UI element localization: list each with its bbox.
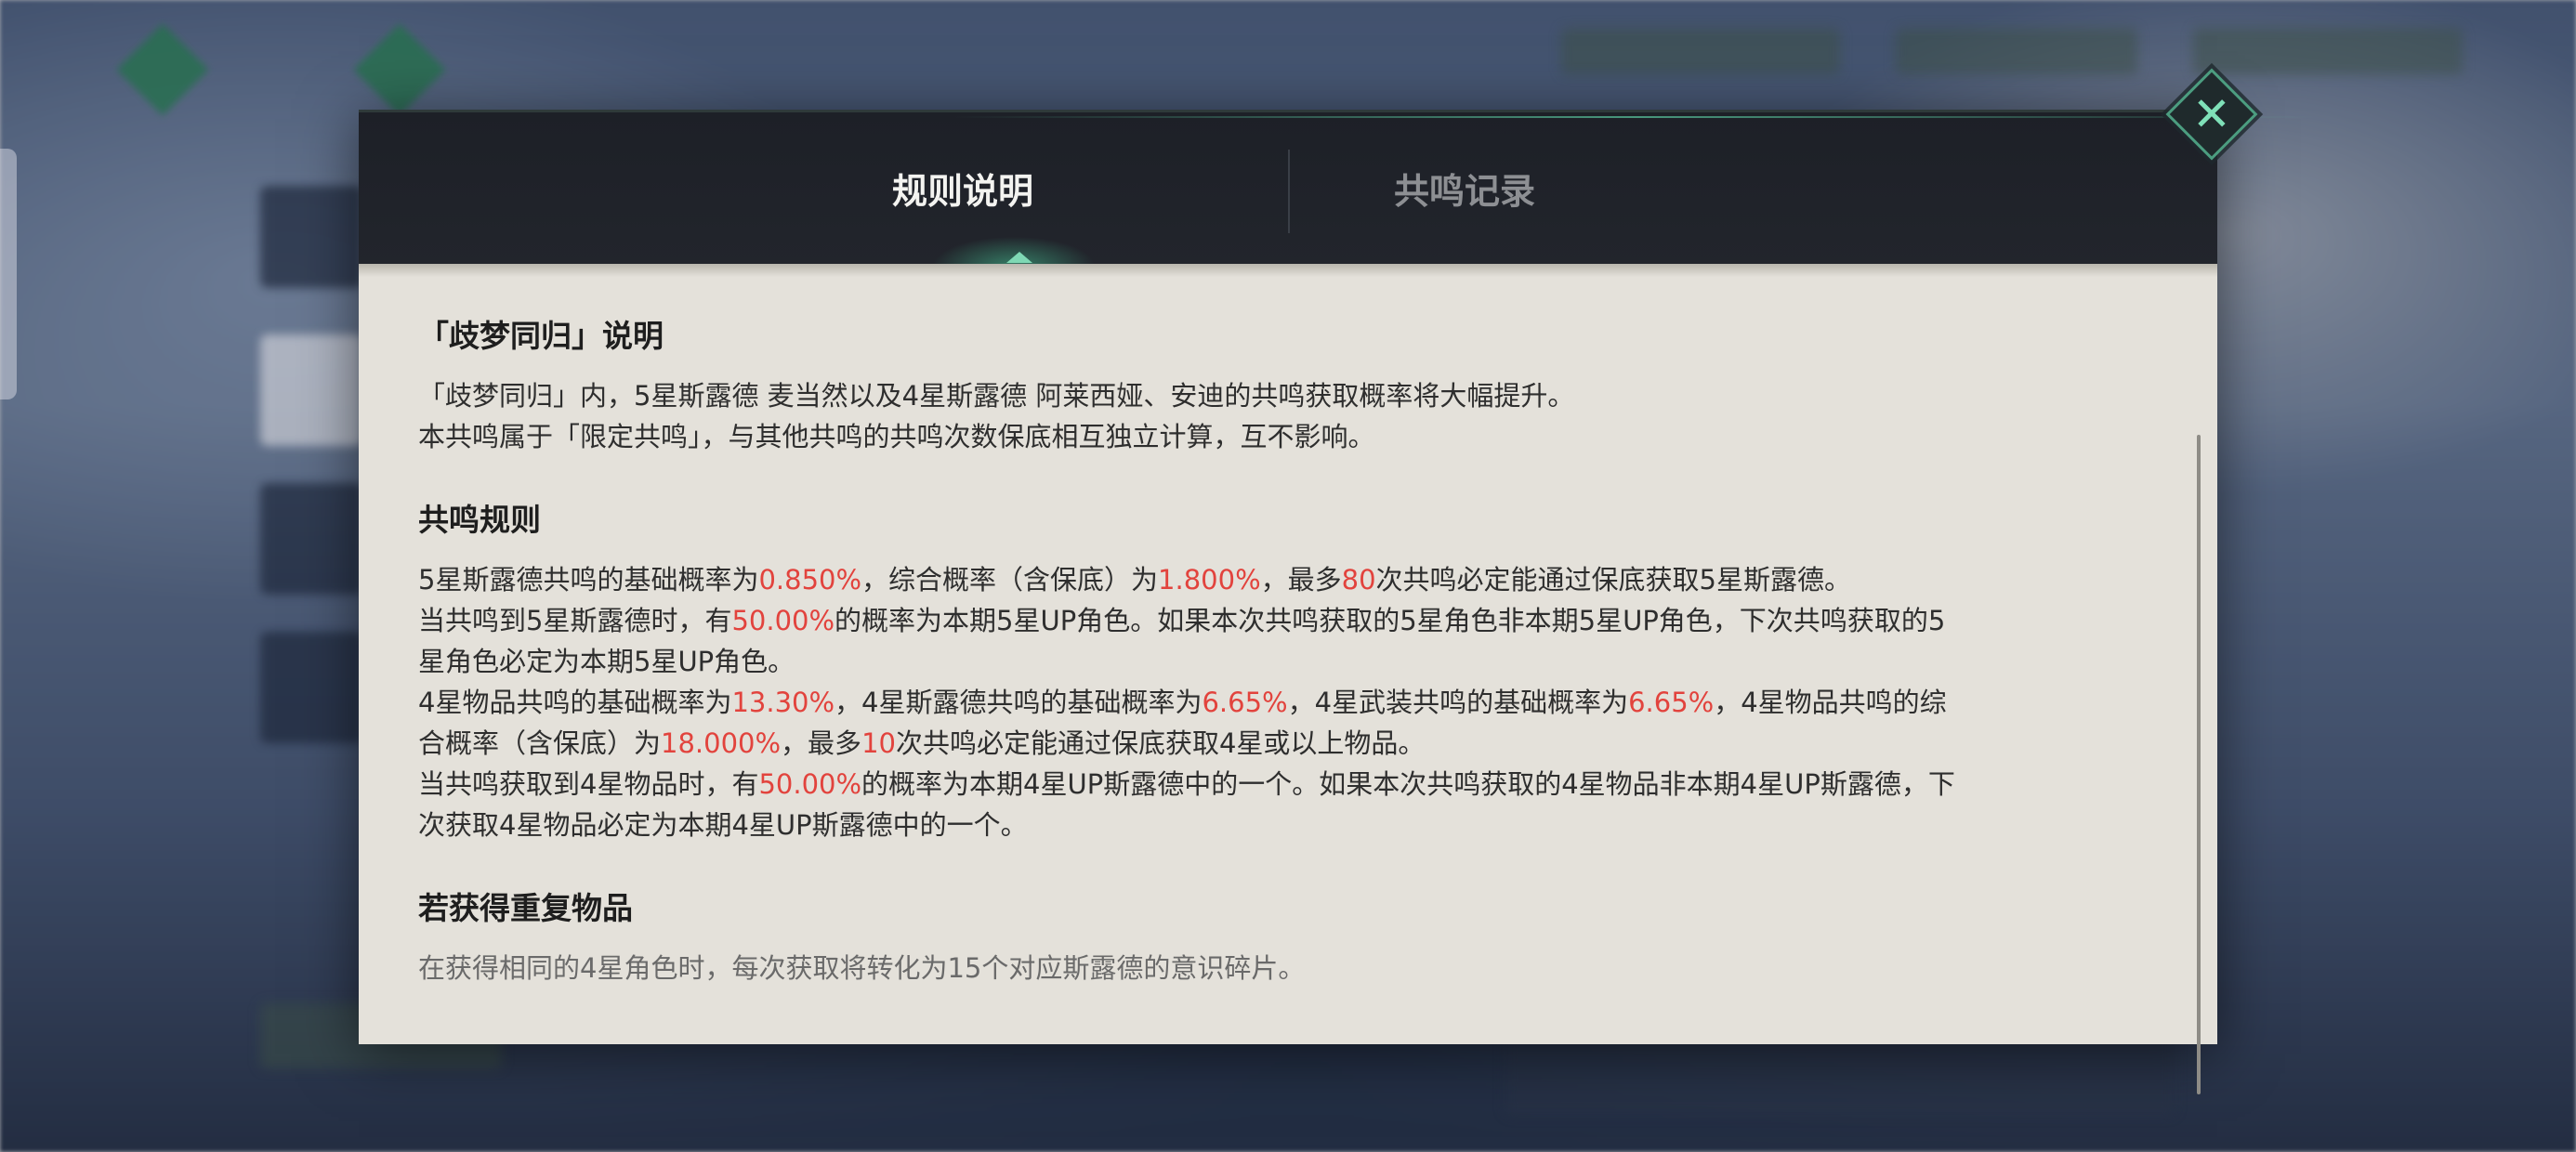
rule-paragraph-2: 当共鸣到5星斯露德时，有50.00%的概率为本期5星UP角色。如果本次共鸣获取的… [418,600,2184,682]
bg-resource-counter [1896,28,2137,74]
paper-edge [359,264,2217,277]
bg-banner-thumb [260,483,362,595]
duplicate-line-1: 在获得相同的4星角色时，每次获取将转化为15个对应斯露德的意识碎片。 [418,952,1306,984]
rule-text: 4星物品共鸣的基础概率为 [418,687,732,718]
pity-count: 10 [861,727,896,759]
rate-value: 18.000% [661,727,782,759]
rule-text: 的概率为本期4星UP斯露德中的一个。如果本次共鸣获取的4星物品非本期4星UP斯露… [861,768,1955,800]
section-title-rules: 共鸣规则 [418,502,541,538]
rule-text: ，4星物品共鸣的综 [1714,687,1947,718]
side-handle [0,149,17,399]
rate-value: 6.65% [1202,687,1288,718]
rule-text: 次共鸣必定能通过保底获取5星斯露德。 [1375,564,1851,596]
rule-text: 次获取4星物品必定为本期4星UP斯露德中的一个。 [418,809,1028,841]
rule-text: 5星斯露德共鸣的基础概率为 [418,564,759,596]
rule-paragraph-1: 5星斯露德共鸣的基础概率为0.850%，综合概率（含保底）为1.800%，最多8… [418,559,2184,600]
section-title-duplicates: 若获得重复物品 [418,890,633,926]
bg-banner-thumb [260,632,362,743]
bg-resource-counter [2193,28,2463,74]
header-accent-line [953,116,2320,118]
bg-banner-thumb [260,186,362,288]
rule-text: ，最多 [781,727,862,759]
rate-value: 1.800% [1158,564,1261,596]
rule-text: ，最多 [1260,564,1342,596]
active-tab-marker-icon [1006,252,1032,263]
section-title-intro: 「歧梦同归」说明 [418,318,664,354]
rate-value: 50.00% [758,768,862,800]
pity-count: 80 [1341,564,1376,596]
intro-line-1: 「歧梦同归」内，5星斯露德 麦当然以及4星斯露德 阿莱西娅、安迪的共鸣获取概率将… [418,380,1575,412]
rules-content[interactable]: 「歧梦同归」说明 「歧梦同归」内，5星斯露德 麦当然以及4星斯露德 阿莱西娅、安… [418,316,2184,1031]
rule-text: ，综合概率（含保底）为 [861,564,1159,596]
rule-text: 次共鸣必定能通过保底获取4星或以上物品。 [895,727,1426,759]
rule-text: ，4星武装共鸣的基础概率为 [1287,687,1629,718]
scrollbar[interactable] [2197,435,2201,1094]
rate-value: 6.65% [1628,687,1715,718]
rate-value: 13.30% [731,687,835,718]
rate-value: 50.00% [731,605,835,636]
intro-line-2: 本共鸣属于「限定共鸣」，与其他共鸣的共鸣次数保底相互独立计算，互不影响。 [418,421,1375,452]
rule-text: 星角色必定为本期5星UP角色。 [418,646,795,677]
rules-dialog: 规则说明 共鸣记录 「歧梦同归」说明 「歧梦同归」内，5星斯露德 麦当然以及4星… [359,110,2320,1094]
rule-text: 的概率为本期5星UP角色。如果本次共鸣获取的5星角色非本期5星UP角色，下次共鸣… [835,605,1946,636]
dialog-header: 规则说明 共鸣记录 [359,110,2320,267]
rule-paragraph-3: 4星物品共鸣的基础概率为13.30%，4星斯露德共鸣的基础概率为6.65%，4星… [418,682,2184,764]
rule-text: 当共鸣到5星斯露德时，有 [418,605,732,636]
tab-records[interactable]: 共鸣记录 [1316,159,1613,224]
bg-resource-counter [1561,28,1840,74]
tab-rules[interactable]: 规则说明 [814,159,1111,224]
rule-text: ，4星斯露德共鸣的基础概率为 [835,687,1203,718]
rule-text: 合概率（含保底）为 [418,727,662,759]
bg-banner-thumb [260,334,362,446]
tab-divider [1288,150,1290,233]
rule-text: 当共鸣获取到4星物品时，有 [418,768,759,800]
rate-value: 0.850% [758,564,862,596]
rule-paragraph-4: 当共鸣获取到4星物品时，有50.00%的概率为本期4星UP斯露德中的一个。如果本… [418,764,2184,845]
